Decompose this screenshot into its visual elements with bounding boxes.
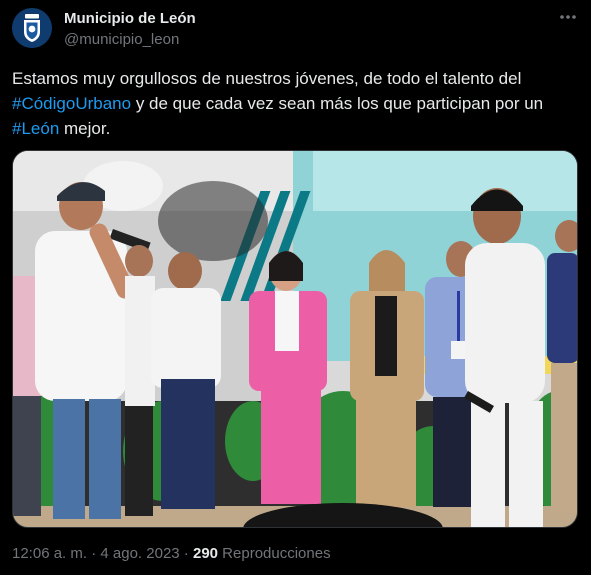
tweet-date[interactable]: 4 ago. 2023 <box>100 545 179 562</box>
tweet-text-line1: Estamos muy orgullosos de nuestros jóven… <box>12 69 522 88</box>
views-count[interactable]: 290 <box>193 545 218 562</box>
author-block: Municipio de León @municipio_leon <box>64 10 196 50</box>
meta-separator: · <box>87 545 101 562</box>
meta-separator-2: · <box>179 545 193 562</box>
tweet-text: Estamos muy orgullosos de nuestros jóven… <box>12 66 578 141</box>
municipio-logo-icon <box>12 8 52 48</box>
tweet-text-line2: y de que cada vez sean más los que parti… <box>131 94 544 113</box>
tweet-header: Municipio de León @municipio_leon <box>12 8 579 52</box>
more-dots-icon <box>560 15 576 19</box>
author-handle[interactable]: @municipio_leon <box>64 30 196 50</box>
tweet-photo[interactable] <box>12 150 578 528</box>
hashtag-codigo-urbano[interactable]: #CódigoUrbano <box>12 94 131 113</box>
tweet-card: Municipio de León @municipio_leon Estamo… <box>0 0 591 575</box>
event-photo-image <box>13 151 577 527</box>
tweet-meta: 12:06 a. m. · 4 ago. 2023 · 290 Reproduc… <box>12 545 331 563</box>
more-options-button[interactable] <box>557 8 579 26</box>
avatar[interactable] <box>12 8 52 48</box>
tweet-text-line3: mejor. <box>59 119 111 138</box>
author-display-name[interactable]: Municipio de León <box>64 10 196 28</box>
tweet-time[interactable]: 12:06 a. m. <box>12 545 87 562</box>
hashtag-leon[interactable]: #León <box>12 119 59 138</box>
views-label: Reproducciones <box>218 545 331 562</box>
